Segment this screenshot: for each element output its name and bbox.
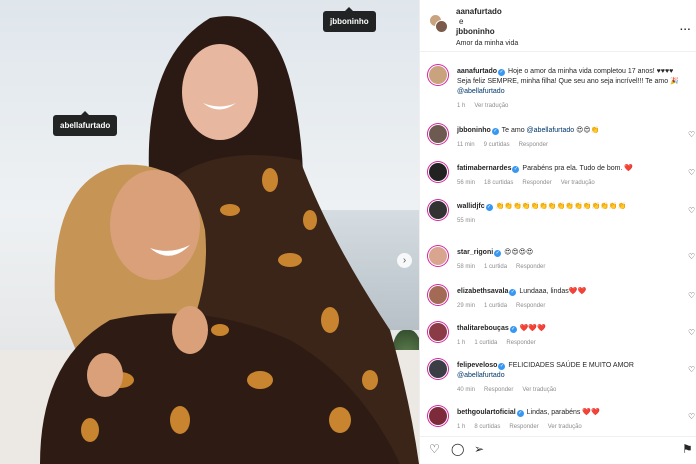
share-icon[interactable]: ➢: [474, 442, 484, 456]
comment-time: 56 min: [457, 180, 476, 186]
verified-icon: ✓: [498, 69, 506, 76]
post-photo[interactable]: abellafurtado jbboninho ›: [0, 0, 419, 464]
photo-illustration: [40, 16, 419, 464]
comment-emoji: ❤️❤️: [582, 409, 600, 416]
verified-icon: ✓: [509, 326, 517, 333]
comment-username[interactable]: star_rigoni: [457, 249, 493, 256]
comment-text: Parabéns pra ela. Tudo de bom.: [520, 165, 625, 172]
avatar[interactable]: [429, 201, 447, 219]
comment-meta-link[interactable]: Responder: [516, 303, 545, 309]
verified-icon: ✓: [485, 204, 493, 211]
comment-icon[interactable]: ◯: [451, 442, 464, 456]
post-header: aanafurtado e jbboninho Amor da minha vi…: [420, 0, 696, 52]
comment-meta-link[interactable]: 1 curtida: [484, 264, 507, 270]
caption-mention[interactable]: @abellafurtado: [457, 88, 505, 95]
caption-username[interactable]: aanafurtado: [457, 68, 497, 75]
verified-icon: ✓: [491, 128, 499, 135]
comment-username[interactable]: fatimabernardes: [457, 165, 511, 172]
verified-icon: ✓: [494, 250, 502, 257]
comment-meta-link[interactable]: 8 curtidas: [474, 424, 500, 430]
like-comment-icon[interactable]: ♡: [688, 412, 695, 421]
comment-meta-link[interactable]: Responder: [506, 340, 535, 346]
avatar[interactable]: [429, 163, 447, 181]
avatar[interactable]: [429, 66, 447, 84]
like-comment-icon[interactable]: ♡: [688, 291, 695, 300]
comment-meta-link[interactable]: Ver tradução: [561, 180, 595, 186]
like-comment-icon[interactable]: ♡: [688, 130, 695, 139]
comment-mention[interactable]: @abellafurtado: [457, 372, 505, 379]
comment-text: Lindas, parabéns: [524, 409, 583, 416]
comment-meta-link[interactable]: Ver tradução: [548, 424, 582, 430]
comment-time: 55 min: [457, 218, 476, 224]
header-conj: e: [459, 17, 464, 26]
comment-text: Te amo: [499, 127, 527, 134]
avatar[interactable]: [429, 125, 447, 143]
author-username[interactable]: aanafurtado: [456, 7, 502, 17]
like-comment-icon[interactable]: ♡: [688, 206, 695, 215]
more-options-icon[interactable]: ...: [680, 22, 691, 33]
avatar[interactable]: [429, 407, 447, 425]
comment-meta-link[interactable]: Responder: [516, 264, 545, 270]
comment-time: 11 min: [457, 142, 475, 148]
comment-time: 29 min: [457, 303, 476, 309]
like-comment-icon[interactable]: ♡: [688, 168, 695, 177]
avatar[interactable]: [429, 360, 447, 378]
collab-username[interactable]: jbboninho: [456, 27, 502, 37]
comment-meta-link[interactable]: 18 curtidas: [484, 180, 513, 186]
avatar[interactable]: [429, 286, 447, 304]
comment-emoji: ❤️❤️: [568, 288, 587, 295]
comment-meta-link[interactable]: Ver tradução: [522, 387, 556, 393]
heart-icon[interactable]: ♡: [429, 442, 440, 456]
caption-time: 1 h: [457, 103, 466, 109]
comment-username[interactable]: elizabethsavala: [457, 288, 508, 295]
comment-meta-link[interactable]: 1 curtida: [474, 340, 497, 346]
comment-meta-link[interactable]: Responder: [522, 180, 551, 186]
action-bar: ♡ ◯ ➢ ⚑: [420, 436, 696, 464]
comment-emoji: 😍😍😍😍: [504, 249, 534, 256]
comment-username[interactable]: felipeveloso: [457, 362, 497, 369]
comment-text: Lundaaa, lindas: [517, 288, 569, 295]
collab-avatar[interactable]: [429, 14, 448, 33]
comment-meta-link[interactable]: Responder: [519, 142, 548, 148]
comment-text: FELICIDADES SAÚDE E MUITO AMOR: [506, 362, 634, 369]
comment-time: 40 min: [457, 387, 476, 393]
next-image-button[interactable]: ›: [397, 253, 412, 268]
comment-username[interactable]: wallidjfc: [457, 203, 485, 210]
comment-time: 1 h: [457, 340, 466, 346]
comment-username[interactable]: bethgoulartoficial: [457, 409, 516, 416]
comment-emoji: 😍😍👏: [574, 127, 600, 134]
avatar[interactable]: [429, 323, 447, 341]
verified-icon: ✓: [512, 166, 520, 173]
comment-meta-link[interactable]: Responder: [484, 387, 513, 393]
comment-username[interactable]: jbboninho: [457, 127, 491, 134]
comment-time: 58 min: [457, 264, 476, 270]
verified-icon: ✓: [498, 363, 506, 370]
like-comment-icon[interactable]: ♡: [688, 365, 695, 374]
like-comment-icon[interactable]: ♡: [688, 328, 695, 337]
comment-username[interactable]: thalitarebouças: [457, 325, 509, 332]
bookmark-icon[interactable]: ⚑: [682, 442, 693, 456]
comments-panel: aanafurtado e jbboninho Amor da minha vi…: [419, 0, 696, 464]
comment-time: 1 h: [457, 424, 466, 430]
comment-emoji: 👏👏👏👏👏👏👏👏👏👏👏👏👏👏👏: [495, 203, 627, 210]
comment-emoji: ❤️: [624, 165, 634, 172]
photo-tag[interactable]: abellafurtado: [53, 111, 118, 136]
comment-emoji: ❤️❤️❤️: [519, 325, 546, 332]
translate-link[interactable]: Ver tradução: [474, 103, 508, 109]
comment-meta-link[interactable]: 1 curtida: [484, 303, 507, 309]
verified-icon: ✓: [509, 289, 517, 296]
avatar[interactable]: [429, 247, 447, 265]
like-comment-icon[interactable]: ♡: [688, 252, 695, 261]
comment-meta-link[interactable]: 9 curtidas: [484, 142, 510, 148]
comment-meta-link[interactable]: Responder: [509, 424, 538, 430]
verified-icon: ✓: [516, 410, 524, 417]
header-subtitle: Amor da minha vida: [456, 40, 519, 47]
photo-tag[interactable]: jbboninho: [323, 7, 376, 32]
comment-mention[interactable]: @abellafurtado: [527, 127, 575, 134]
